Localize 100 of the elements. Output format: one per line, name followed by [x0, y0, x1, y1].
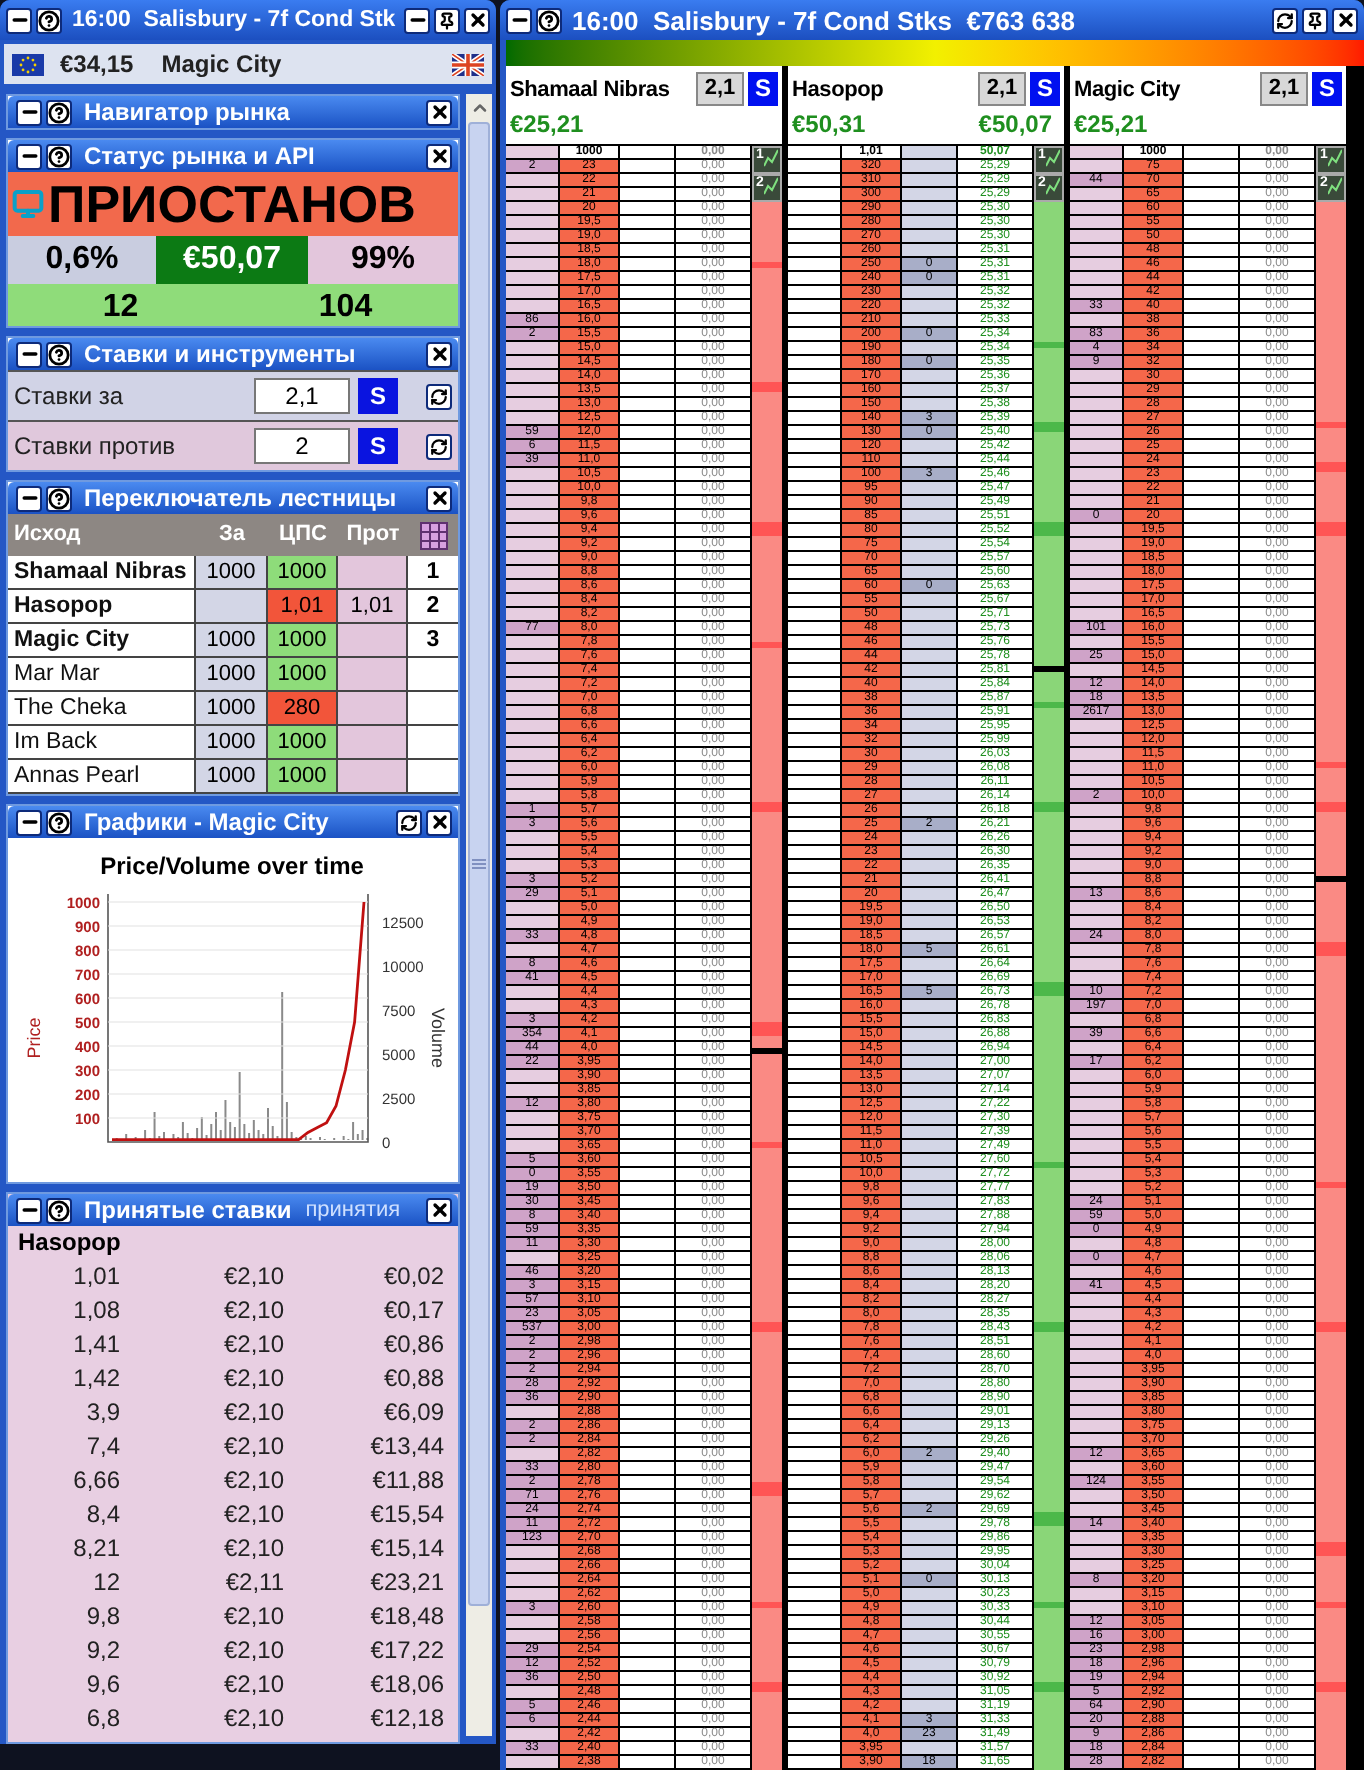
lay-volume-cell[interactable]	[902, 1560, 958, 1574]
lay-volume-cell[interactable]	[620, 1308, 676, 1322]
back-volume-cell[interactable]	[788, 776, 842, 790]
minimize-button[interactable]	[6, 7, 32, 33]
back-volume-cell[interactable]	[1070, 832, 1124, 846]
lay-volume-cell[interactable]	[1184, 328, 1240, 342]
lay-volume-cell[interactable]	[1184, 622, 1240, 636]
lay-volume-cell[interactable]	[620, 790, 676, 804]
back-volume-cell[interactable]	[788, 1588, 842, 1602]
back-volume-cell[interactable]	[1070, 202, 1124, 216]
back-volume-cell[interactable]	[788, 1196, 842, 1210]
back-volume-cell[interactable]	[788, 370, 842, 384]
lay-volume-cell[interactable]	[1184, 720, 1240, 734]
lay-volume-cell[interactable]	[1184, 174, 1240, 188]
lay-volume-cell[interactable]	[1184, 1378, 1240, 1392]
lay-volume-cell[interactable]	[1184, 356, 1240, 370]
lay-volume-cell[interactable]	[1184, 552, 1240, 566]
lay-volume-cell[interactable]	[1184, 1364, 1240, 1378]
lay-volume-cell[interactable]	[902, 314, 958, 328]
lay-volume-cell[interactable]	[620, 1518, 676, 1532]
minimize-button[interactable]	[16, 485, 42, 511]
back-volume-cell[interactable]	[506, 1084, 560, 1098]
back-volume-cell[interactable]	[788, 566, 842, 580]
back-volume-cell[interactable]	[788, 1336, 842, 1350]
back-volume-cell[interactable]	[788, 1070, 842, 1084]
lay-volume-cell[interactable]	[902, 1588, 958, 1602]
lay-volume-cell[interactable]	[902, 370, 958, 384]
back-volume-cell[interactable]	[788, 1476, 842, 1490]
back-volume-cell[interactable]	[788, 1210, 842, 1224]
back-volume-cell[interactable]	[788, 720, 842, 734]
back-volume-cell[interactable]	[788, 1252, 842, 1266]
lay-volume-cell[interactable]	[902, 636, 958, 650]
lay-volume-cell[interactable]	[1184, 790, 1240, 804]
lay-volume-cell[interactable]	[1184, 762, 1240, 776]
lay-volume-cell[interactable]	[902, 1434, 958, 1448]
back-volume-cell[interactable]	[506, 1588, 560, 1602]
lay-volume-cell[interactable]	[620, 342, 676, 356]
back-volume-cell[interactable]	[506, 146, 560, 160]
back-volume-cell[interactable]	[788, 1686, 842, 1700]
lay-volume-cell[interactable]	[620, 986, 676, 1000]
back-volume-cell[interactable]	[788, 426, 842, 440]
lay-volume-cell[interactable]	[620, 426, 676, 440]
lay-volume-cell[interactable]	[1184, 1532, 1240, 1546]
lay-volume-cell[interactable]	[1184, 706, 1240, 720]
back-volume-cell[interactable]	[1070, 482, 1124, 496]
back-volume-cell[interactable]	[788, 748, 842, 762]
lay-volume-cell[interactable]	[902, 888, 958, 902]
back-volume-cell[interactable]	[788, 146, 842, 160]
lay-volume-cell[interactable]	[902, 1028, 958, 1042]
lay-volume-cell[interactable]	[1184, 748, 1240, 762]
back-volume-cell[interactable]	[788, 930, 842, 944]
lay-volume-cell[interactable]	[1184, 818, 1240, 832]
lay-volume-cell[interactable]	[620, 258, 676, 272]
lay-volume-cell[interactable]	[620, 230, 676, 244]
lay-volume-cell[interactable]	[902, 1280, 958, 1294]
lay-volume-cell[interactable]	[1184, 776, 1240, 790]
lay-volume-cell[interactable]	[620, 1672, 676, 1686]
lay-volume-cell[interactable]	[1184, 468, 1240, 482]
back-volume-cell[interactable]	[788, 1532, 842, 1546]
back-volume-cell[interactable]	[788, 1308, 842, 1322]
lay-volume-cell[interactable]	[620, 902, 676, 916]
lay-volume-cell[interactable]	[902, 566, 958, 580]
lay-volume-cell[interactable]	[620, 1574, 676, 1588]
lay-volume-cell[interactable]	[902, 874, 958, 888]
back-volume-cell[interactable]	[1070, 944, 1124, 958]
back-volume-cell[interactable]	[1070, 524, 1124, 538]
back-volume-cell[interactable]	[506, 650, 560, 664]
lay-volume-cell[interactable]	[620, 216, 676, 230]
lay-volume-cell[interactable]	[902, 846, 958, 860]
back-volume-cell[interactable]	[1070, 1070, 1124, 1084]
back-volume-cell[interactable]	[1070, 1378, 1124, 1392]
back-volume-cell[interactable]	[788, 1574, 842, 1588]
back-volume-cell[interactable]	[506, 1756, 560, 1770]
back-volume-cell[interactable]	[1070, 1266, 1124, 1280]
back-volume-cell[interactable]	[788, 1644, 842, 1658]
minimize-button[interactable]	[16, 341, 42, 367]
back-volume-cell[interactable]	[506, 692, 560, 706]
lay-volume-cell[interactable]	[902, 1742, 958, 1756]
lay-volume-cell[interactable]	[902, 790, 958, 804]
back-volume-cell[interactable]	[506, 496, 560, 510]
minimize-button[interactable]	[16, 143, 42, 169]
lay-volume-cell[interactable]	[1184, 1406, 1240, 1420]
back-volume-cell[interactable]	[788, 1602, 842, 1616]
back-volume-cell[interactable]	[788, 160, 842, 174]
lay-volume-cell[interactable]	[902, 622, 958, 636]
lay-volume-cell[interactable]	[620, 1112, 676, 1126]
back-volume-cell[interactable]	[1070, 160, 1124, 174]
lay-volume-cell[interactable]	[620, 1686, 676, 1700]
minimize-button[interactable]	[506, 7, 532, 33]
lay-volume-cell[interactable]	[620, 440, 676, 454]
lay-volume-cell[interactable]	[902, 230, 958, 244]
back-volume-cell[interactable]	[1070, 748, 1124, 762]
back-volume-cell[interactable]	[506, 510, 560, 524]
lay-volume-cell[interactable]	[902, 1084, 958, 1098]
back-volume-cell[interactable]	[788, 860, 842, 874]
back-volume-cell[interactable]	[1070, 216, 1124, 230]
lay-volume-cell[interactable]	[902, 1042, 958, 1056]
swap-button[interactable]	[426, 383, 452, 409]
lay-volume-cell[interactable]	[1184, 580, 1240, 594]
stake-button[interactable]: S	[748, 72, 778, 106]
